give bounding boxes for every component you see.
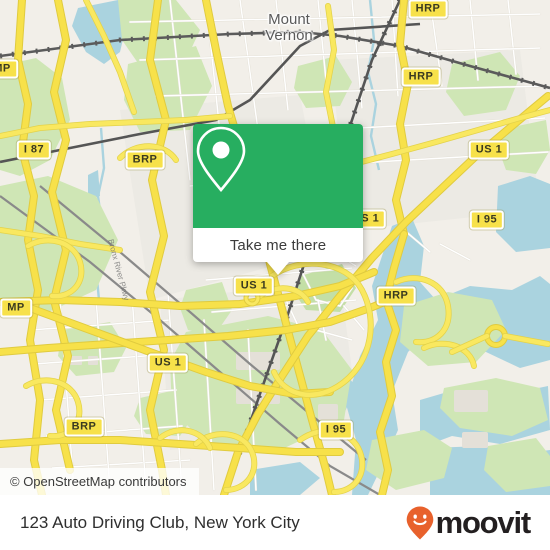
shield-hrp-mid: HRP <box>376 286 416 306</box>
location-callout-card[interactable]: Take me there <box>193 124 363 275</box>
callout-pointer <box>267 262 289 275</box>
shield-hrp-top: HRP <box>408 0 448 19</box>
shield-us1-left: US 1 <box>147 353 189 373</box>
shield-i95-bottom: I 95 <box>318 420 354 440</box>
shield-i95-right: I 95 <box>469 210 505 230</box>
place-label-mount-vernon: Mount Vernon <box>265 11 313 44</box>
moovit-logo[interactable]: moovit <box>405 505 532 541</box>
shield-brp-upper: BRP <box>125 150 165 170</box>
osm-attribution: © OpenStreetMap contributors <box>0 468 199 495</box>
osm-attribution-text: © OpenStreetMap contributors <box>10 474 187 489</box>
footer-bar: 123 Auto Driving Club, New York City moo… <box>0 495 550 550</box>
moovit-wordmark: moovit <box>435 505 532 540</box>
place-title: 123 Auto Driving Club, New York City <box>20 512 300 532</box>
shield-mp-topleft: MP <box>0 59 18 79</box>
shield-hrp-upper: HRP <box>401 67 441 87</box>
map-canvas[interactable]: .water{fill:#aad3df} .park{fill:#cfe6b5}… <box>0 0 550 495</box>
shield-brp-lower: BRP <box>64 417 104 437</box>
shield-i87: I 87 <box>16 140 52 160</box>
map-pin-icon <box>196 126 246 193</box>
shield-us1-right: US 1 <box>468 140 510 160</box>
shield-us1-center: US 1 <box>233 276 275 296</box>
take-me-there-button[interactable]: Take me there <box>193 228 363 262</box>
callout-icon-area <box>193 124 363 228</box>
moovit-pin-smiley-icon <box>406 506 433 539</box>
take-me-there-label: Take me there <box>229 236 327 254</box>
moovit-map-screen: .water{fill:#aad3df} .park{fill:#cfe6b5}… <box>0 0 550 550</box>
shield-mp-left: MP <box>0 298 32 318</box>
